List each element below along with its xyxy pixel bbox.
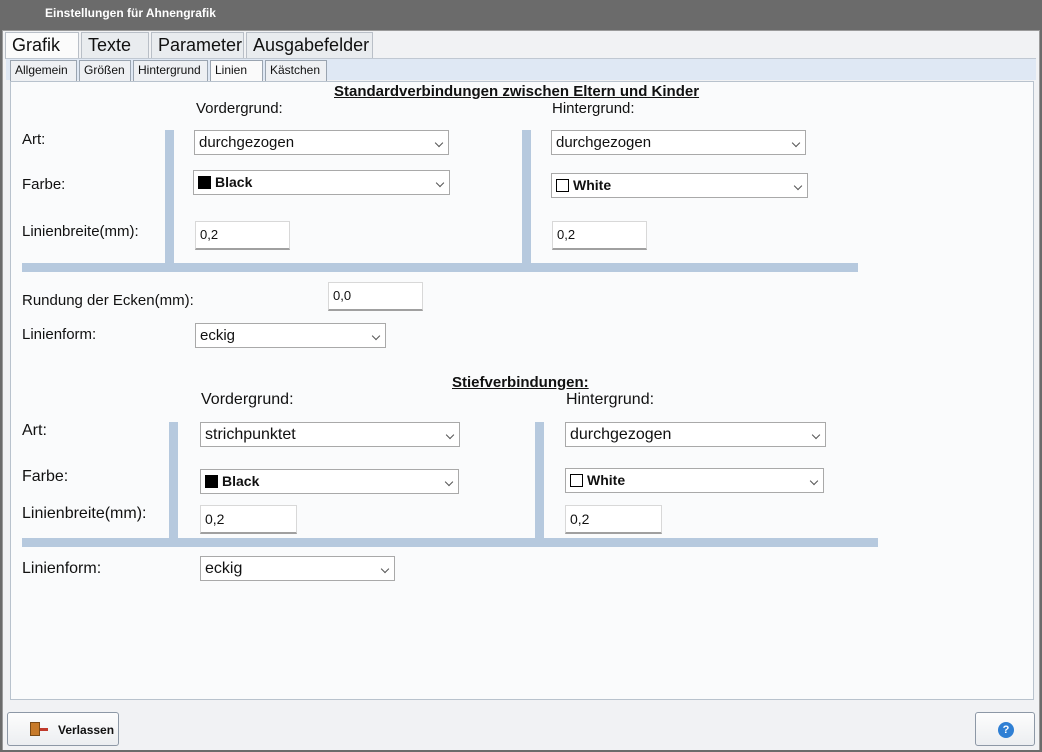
chevron-down-icon <box>444 477 454 487</box>
tab-grafik[interactable]: Grafik <box>5 32 79 59</box>
chevron-down-icon <box>380 564 390 574</box>
stief-bg-art-select[interactable]: durchgezogen <box>565 422 826 447</box>
stief-bg-farbe-value: White <box>587 472 626 488</box>
std-fg-farbe-select[interactable]: Black <box>193 170 450 195</box>
color-swatch-icon <box>198 176 211 189</box>
subtab-hintergrund[interactable]: Hintergrund <box>133 60 208 81</box>
std-hintergrund-label: Hintergrund: <box>552 100 635 117</box>
exit-arrow-icon <box>40 728 48 731</box>
stief-vordergrund-label: Vordergrund: <box>201 391 294 408</box>
subtab-linien[interactable]: Linien <box>210 60 263 81</box>
chevron-down-icon <box>435 178 445 188</box>
rundung-input[interactable]: 0,0 <box>328 282 423 311</box>
chevron-down-icon <box>809 476 819 486</box>
std-bg-farbe-value: White <box>573 177 612 193</box>
color-swatch-icon <box>205 475 218 488</box>
stief-bg-farbe-select[interactable]: White <box>565 468 824 493</box>
chevron-down-icon <box>791 138 801 148</box>
title-bar: Einstellungen für Ahnengrafik <box>0 0 1042 30</box>
chevron-down-icon <box>793 181 803 191</box>
stief-bg-breite-input[interactable]: 0,2 <box>565 505 662 534</box>
stief-fg-breite-input[interactable]: 0,2 <box>200 505 297 534</box>
subtab-kaestchen[interactable]: Kästchen <box>265 60 327 81</box>
stief-linienform-label: Linienform: <box>22 560 102 577</box>
stief-bottom-divider <box>22 538 878 547</box>
subtab-groessen[interactable]: Größen <box>79 60 131 81</box>
exit-button[interactable]: Verlassen <box>7 712 119 746</box>
std-vordergrund-label: Vordergrund: <box>196 100 283 117</box>
help-icon: ? <box>998 722 1014 738</box>
std-bg-art-select[interactable]: durchgezogen <box>551 130 806 155</box>
std-farbe-label: Farbe: <box>22 176 66 193</box>
subtab-allgemein[interactable]: Allgemein <box>10 60 77 81</box>
chevron-down-icon <box>371 331 381 341</box>
stief-heading: Stiefverbindungen: <box>452 374 589 391</box>
stief-bg-divider <box>535 422 544 540</box>
stief-fg-art-value: strichpunktet <box>205 426 296 443</box>
chevron-down-icon <box>445 430 455 440</box>
stief-art-label: Art: <box>22 422 47 439</box>
exit-button-label: Verlassen <box>58 723 115 737</box>
stief-breite-label: Linienbreite(mm): <box>22 505 147 522</box>
std-breite-label: Linienbreite(mm): <box>22 223 139 240</box>
stief-fg-divider <box>169 422 178 540</box>
exit-door-icon <box>30 722 40 736</box>
std-fg-farbe-value: Black <box>215 174 253 190</box>
stief-fg-art-select[interactable]: strichpunktet <box>200 422 460 447</box>
std-bg-farbe-select[interactable]: White <box>551 173 808 198</box>
stief-linienform-select[interactable]: eckig <box>200 556 395 581</box>
std-fg-breite-input[interactable]: 0,2 <box>195 221 290 250</box>
std-art-label: Art: <box>22 131 46 148</box>
std-bottom-divider <box>22 263 858 272</box>
std-fg-divider <box>165 130 174 266</box>
help-button[interactable]: ? <box>975 712 1035 746</box>
std-bg-breite-input[interactable]: 0,2 <box>552 221 647 250</box>
color-swatch-icon <box>570 474 583 487</box>
std-bg-divider <box>522 130 531 266</box>
stief-hintergrund-label: Hintergrund: <box>566 391 655 408</box>
std-bg-art-value: durchgezogen <box>556 134 652 151</box>
std-linienform-label: Linienform: <box>22 326 97 343</box>
chevron-down-icon <box>811 430 821 440</box>
tab-ausgabefelder[interactable]: Ausgabefelder <box>246 32 373 58</box>
std-linienform-select[interactable]: eckig <box>195 323 386 348</box>
rundung-label: Rundung der Ecken(mm): <box>22 292 194 309</box>
window-title: Einstellungen für Ahnengrafik <box>45 6 216 20</box>
std-fg-art-select[interactable]: durchgezogen <box>194 130 449 155</box>
stief-farbe-label: Farbe: <box>22 468 69 485</box>
tab-texte[interactable]: Texte <box>81 32 149 58</box>
std-heading: Standardverbindungen zwischen Eltern und… <box>334 83 700 100</box>
bottom-bar <box>3 706 1039 750</box>
tab-parameter[interactable]: Parameter <box>151 32 244 58</box>
stief-fg-farbe-select[interactable]: Black <box>200 469 459 494</box>
stief-linienform-value: eckig <box>205 560 243 577</box>
stief-fg-farbe-value: Black <box>222 473 260 489</box>
chevron-down-icon <box>434 138 444 148</box>
stief-bg-art-value: durchgezogen <box>570 426 672 443</box>
std-linienform-value: eckig <box>200 327 236 344</box>
color-swatch-icon <box>556 179 569 192</box>
std-fg-art-value: durchgezogen <box>199 134 295 151</box>
